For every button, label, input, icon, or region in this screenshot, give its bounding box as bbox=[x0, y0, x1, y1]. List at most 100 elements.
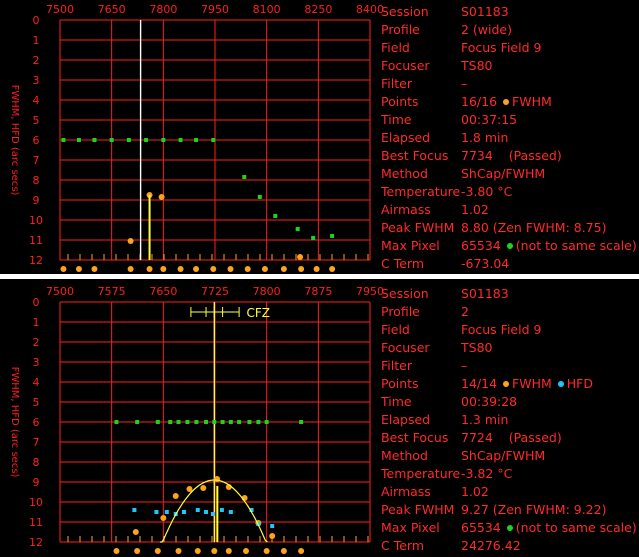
info-value-group: Focus Field 9 bbox=[461, 321, 541, 339]
flux-point bbox=[273, 214, 278, 218]
legend1-dot bbox=[503, 99, 510, 105]
position-marker bbox=[261, 266, 268, 272]
x-tick-label: 8100 bbox=[253, 3, 281, 16]
info-value-group: 8.80 (Zen FWHM: 8.75) bbox=[461, 219, 606, 237]
y-tick-label: 7 bbox=[33, 154, 40, 167]
flux-point bbox=[109, 138, 114, 142]
info-value-group: 1.02 bbox=[461, 483, 489, 501]
x-tick-label: 7800 bbox=[253, 285, 281, 298]
position-marker bbox=[263, 548, 270, 554]
info-value: 65534 bbox=[461, 520, 501, 535]
hfd-point bbox=[132, 508, 137, 512]
info-value: ShCap/FWHM bbox=[461, 166, 546, 181]
info-key: Focuser bbox=[381, 340, 430, 355]
flux-point bbox=[185, 420, 190, 424]
position-marker bbox=[193, 266, 200, 272]
flux-point bbox=[126, 138, 131, 142]
position-marker bbox=[91, 266, 98, 272]
y-tick-label: 5 bbox=[33, 396, 40, 409]
info-key: Time bbox=[381, 394, 412, 409]
x-tick-label: 7950 bbox=[201, 3, 229, 16]
x-tick-label: 8400 bbox=[356, 3, 384, 16]
info-key: Temperature bbox=[381, 184, 461, 199]
flux-point bbox=[144, 138, 149, 142]
y-axis-label: FWHM, HFD (arc secs) bbox=[9, 367, 20, 478]
info-key: Peak FWHM bbox=[381, 502, 455, 517]
position-marker bbox=[146, 266, 153, 272]
x-tick-label: 7575 bbox=[98, 285, 126, 298]
info-value: Focus Field 9 bbox=[461, 322, 542, 337]
info-key: Max Pixel bbox=[381, 520, 440, 535]
legend1-text: FWHM bbox=[512, 376, 552, 391]
position-marker bbox=[127, 266, 134, 272]
info-value: S01183 bbox=[461, 286, 509, 301]
flux-point bbox=[311, 236, 316, 240]
info-value-group: 00:37:15 bbox=[461, 111, 517, 129]
y-tick-label: 11 bbox=[29, 516, 43, 529]
fwhm-point bbox=[200, 485, 207, 491]
y-tick-label: 8 bbox=[33, 456, 40, 469]
x-tick-label: 7950 bbox=[356, 285, 384, 298]
info-value: 16/16 bbox=[461, 94, 498, 109]
info-key: Peak FWHM bbox=[381, 220, 455, 235]
y-axis-label: FWHM, HFD (arc secs) bbox=[9, 85, 20, 196]
info-value-group: TS80 bbox=[461, 57, 492, 75]
hfd-point bbox=[270, 524, 275, 528]
y-tick-label: 3 bbox=[33, 356, 40, 369]
info-value: – bbox=[461, 358, 468, 373]
info-value: 2 (wide) bbox=[461, 22, 513, 37]
y-tick-label: 0 bbox=[33, 296, 40, 309]
y-tick-label: 9 bbox=[33, 194, 40, 207]
position-marker bbox=[75, 266, 82, 272]
flux-point bbox=[257, 195, 262, 199]
position-marker bbox=[313, 266, 320, 272]
fwhm-point bbox=[269, 533, 276, 539]
info-value: 1.8 min bbox=[461, 130, 509, 145]
y-tick-label: 2 bbox=[33, 54, 40, 67]
position-marker bbox=[211, 548, 218, 554]
flux-point bbox=[228, 420, 233, 424]
flux-point bbox=[161, 138, 166, 142]
info-value: 24276.42 bbox=[461, 538, 521, 553]
flux-point bbox=[220, 420, 225, 424]
info-value-group: -3.82 °C bbox=[461, 465, 512, 483]
flux-point bbox=[247, 420, 252, 424]
info-value-group: Focus Field 9 bbox=[461, 39, 541, 57]
info-key: Elapsed bbox=[381, 412, 431, 427]
info-key: Best Focus bbox=[381, 430, 449, 445]
hfd-point bbox=[210, 512, 215, 516]
y-tick-label: 4 bbox=[33, 94, 40, 107]
info-key: Airmass bbox=[381, 202, 431, 217]
info-value: – bbox=[461, 76, 468, 91]
position-marker bbox=[210, 266, 217, 272]
info-value-group: 1.8 min bbox=[461, 129, 508, 147]
info-value-group: 2 (wide) bbox=[461, 21, 512, 39]
y-tick-label: 11 bbox=[29, 234, 43, 247]
flux-point bbox=[114, 420, 119, 424]
fwhm-point bbox=[127, 238, 134, 244]
flux-point bbox=[194, 138, 199, 142]
info-key: Profile bbox=[381, 22, 420, 37]
info-key: Focuser bbox=[381, 58, 430, 73]
flux-point bbox=[212, 420, 217, 424]
y-tick-label: 8 bbox=[33, 174, 40, 187]
info-key: C Term bbox=[381, 538, 424, 553]
bottom-focus-chart: 7500 7575 7650 7725 7800 7875 7950012345678910… bbox=[9, 285, 384, 554]
x-tick-label: 8250 bbox=[304, 3, 332, 16]
x-tick-label: 7650 bbox=[98, 3, 126, 16]
info-value: 7734 (Passed) bbox=[461, 148, 562, 163]
flux-point bbox=[295, 227, 300, 231]
y-tick-label: 0 bbox=[33, 14, 40, 27]
info-key: Session bbox=[381, 286, 429, 301]
fwhm-point bbox=[160, 515, 167, 521]
flux-legend-dot bbox=[506, 243, 513, 249]
info-value: 65534 bbox=[461, 238, 501, 253]
info-key: Airmass bbox=[381, 484, 431, 499]
info-key: Field bbox=[381, 40, 410, 55]
fwhm-point bbox=[158, 194, 165, 200]
info-value: 1.02 bbox=[461, 484, 489, 499]
hfd-point bbox=[219, 508, 224, 512]
flux-point bbox=[178, 138, 183, 142]
info-key: Max Pixel bbox=[381, 238, 440, 253]
flux-point bbox=[76, 138, 81, 142]
